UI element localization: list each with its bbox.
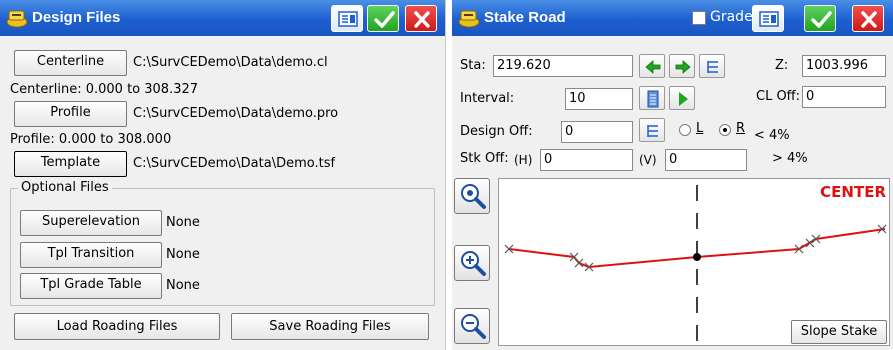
profile-range: Profile: 0.000 to 308.000 bbox=[10, 132, 172, 147]
radio-left[interactable] bbox=[679, 124, 691, 136]
optional-files-label: Optional Files bbox=[18, 180, 112, 195]
tpl-grade-table-value: None bbox=[166, 278, 200, 293]
zoom-in-icon bbox=[461, 251, 486, 276]
cl-off-field[interactable]: 0 bbox=[802, 86, 886, 108]
design-files-titlebar: Design Files bbox=[0, 0, 445, 36]
zoom-extents-icon bbox=[461, 184, 486, 209]
center-label: CENTER bbox=[820, 183, 886, 201]
close-button[interactable] bbox=[852, 5, 884, 32]
stk-off-v-field[interactable]: 0 bbox=[665, 149, 747, 171]
keyboard-button[interactable] bbox=[752, 5, 784, 32]
profile-button[interactable]: Profile bbox=[14, 101, 127, 127]
prev-station-button[interactable] bbox=[639, 54, 665, 78]
grade-checkbox[interactable] bbox=[692, 11, 706, 25]
slope-greater-label: > 4% bbox=[772, 151, 808, 166]
design-off-label: Design Off: bbox=[460, 124, 533, 139]
station-list-button[interactable] bbox=[699, 54, 725, 78]
keyboard-button[interactable] bbox=[331, 5, 363, 32]
template-points bbox=[504, 224, 887, 272]
tpl-transition-button[interactable]: Tpl Transition bbox=[20, 242, 162, 268]
calculator-button[interactable] bbox=[639, 86, 665, 110]
arrow-right-icon bbox=[675, 60, 691, 74]
tpl-transition-value: None bbox=[166, 247, 200, 262]
z-label: Z: bbox=[775, 58, 789, 73]
grade-label: Grade bbox=[710, 9, 753, 25]
superelevation-value: None bbox=[166, 215, 200, 230]
z-field[interactable]: 1003.996 bbox=[802, 55, 886, 77]
close-icon bbox=[414, 11, 430, 28]
checkmark-icon bbox=[374, 11, 395, 28]
zoom-extents-button[interactable] bbox=[454, 178, 490, 214]
roading-tool-icon bbox=[458, 10, 480, 28]
stk-off-h-field[interactable]: 0 bbox=[540, 149, 633, 171]
roading-tool-icon bbox=[6, 10, 28, 28]
list-icon bbox=[707, 61, 718, 73]
zoom-out-button[interactable] bbox=[454, 308, 490, 344]
template-button[interactable]: Template bbox=[14, 151, 127, 177]
stk-off-label: Stk Off: bbox=[460, 151, 509, 166]
h-label: (H) bbox=[514, 153, 533, 167]
profile-path: C:\SurvCEDemo\Data\demo.pro bbox=[133, 106, 339, 121]
zoom-in-button[interactable] bbox=[454, 245, 490, 281]
design-files-dialog: Design Files Centerline C:\SurvCEDemo\Da… bbox=[0, 0, 446, 350]
arrow-left-icon bbox=[645, 60, 661, 74]
ok-button[interactable] bbox=[804, 5, 836, 32]
next-station-button[interactable] bbox=[669, 54, 695, 78]
dialog-title: Design Files bbox=[32, 9, 121, 26]
checkmark-icon bbox=[811, 11, 832, 28]
radio-right[interactable] bbox=[719, 124, 731, 136]
centerline-button[interactable]: Centerline bbox=[14, 50, 127, 76]
cross-section-view[interactable]: CENTER Slope Stake bbox=[498, 178, 890, 346]
dialog-title: Stake Road bbox=[484, 9, 566, 26]
radio-l-label: L bbox=[696, 121, 704, 136]
centerline-path: C:\SurvCEDemo\Data\demo.cl bbox=[133, 55, 328, 70]
v-label: (V) bbox=[639, 153, 657, 167]
keyboard-icon bbox=[338, 11, 358, 27]
radio-r-label: R bbox=[736, 121, 746, 136]
tpl-grade-table-button[interactable]: Tpl Grade Table bbox=[20, 273, 162, 299]
design-off-field[interactable]: 0 bbox=[561, 121, 633, 143]
slope-less-label: < 4% bbox=[754, 128, 790, 143]
ok-button[interactable] bbox=[367, 5, 399, 32]
play-button[interactable] bbox=[669, 86, 695, 110]
list-icon bbox=[647, 125, 658, 137]
design-off-list-button[interactable] bbox=[639, 118, 665, 142]
centerline-point bbox=[693, 253, 701, 261]
play-icon bbox=[679, 92, 688, 106]
stake-road-titlebar: Stake Road Grade bbox=[452, 0, 893, 36]
superelevation-button[interactable]: Superelevation bbox=[20, 210, 162, 236]
interval-field[interactable]: 10 bbox=[565, 88, 633, 110]
keyboard-icon bbox=[759, 11, 779, 27]
station-field[interactable]: 219.620 bbox=[493, 55, 633, 77]
cl-off-label: CL Off: bbox=[756, 89, 801, 104]
save-roading-files-button[interactable]: Save Roading Files bbox=[231, 313, 429, 340]
stake-road-dialog: Stake Road Grade Sta: 219.620 Z: 1003.99… bbox=[452, 0, 893, 350]
centerline-range: Centerline: 0.000 to 308.327 bbox=[10, 82, 199, 97]
zoom-out-icon bbox=[461, 314, 486, 339]
template-path: C:\SurvCEDemo\Data\Demo.tsf bbox=[133, 156, 336, 171]
calculator-icon bbox=[647, 90, 659, 108]
sta-label: Sta: bbox=[460, 58, 486, 73]
slope-stake-button[interactable]: Slope Stake bbox=[791, 320, 887, 344]
close-icon bbox=[861, 11, 877, 28]
interval-label: Interval: bbox=[460, 91, 515, 106]
close-button[interactable] bbox=[405, 5, 437, 32]
load-roading-files-button[interactable]: Load Roading Files bbox=[14, 313, 220, 340]
